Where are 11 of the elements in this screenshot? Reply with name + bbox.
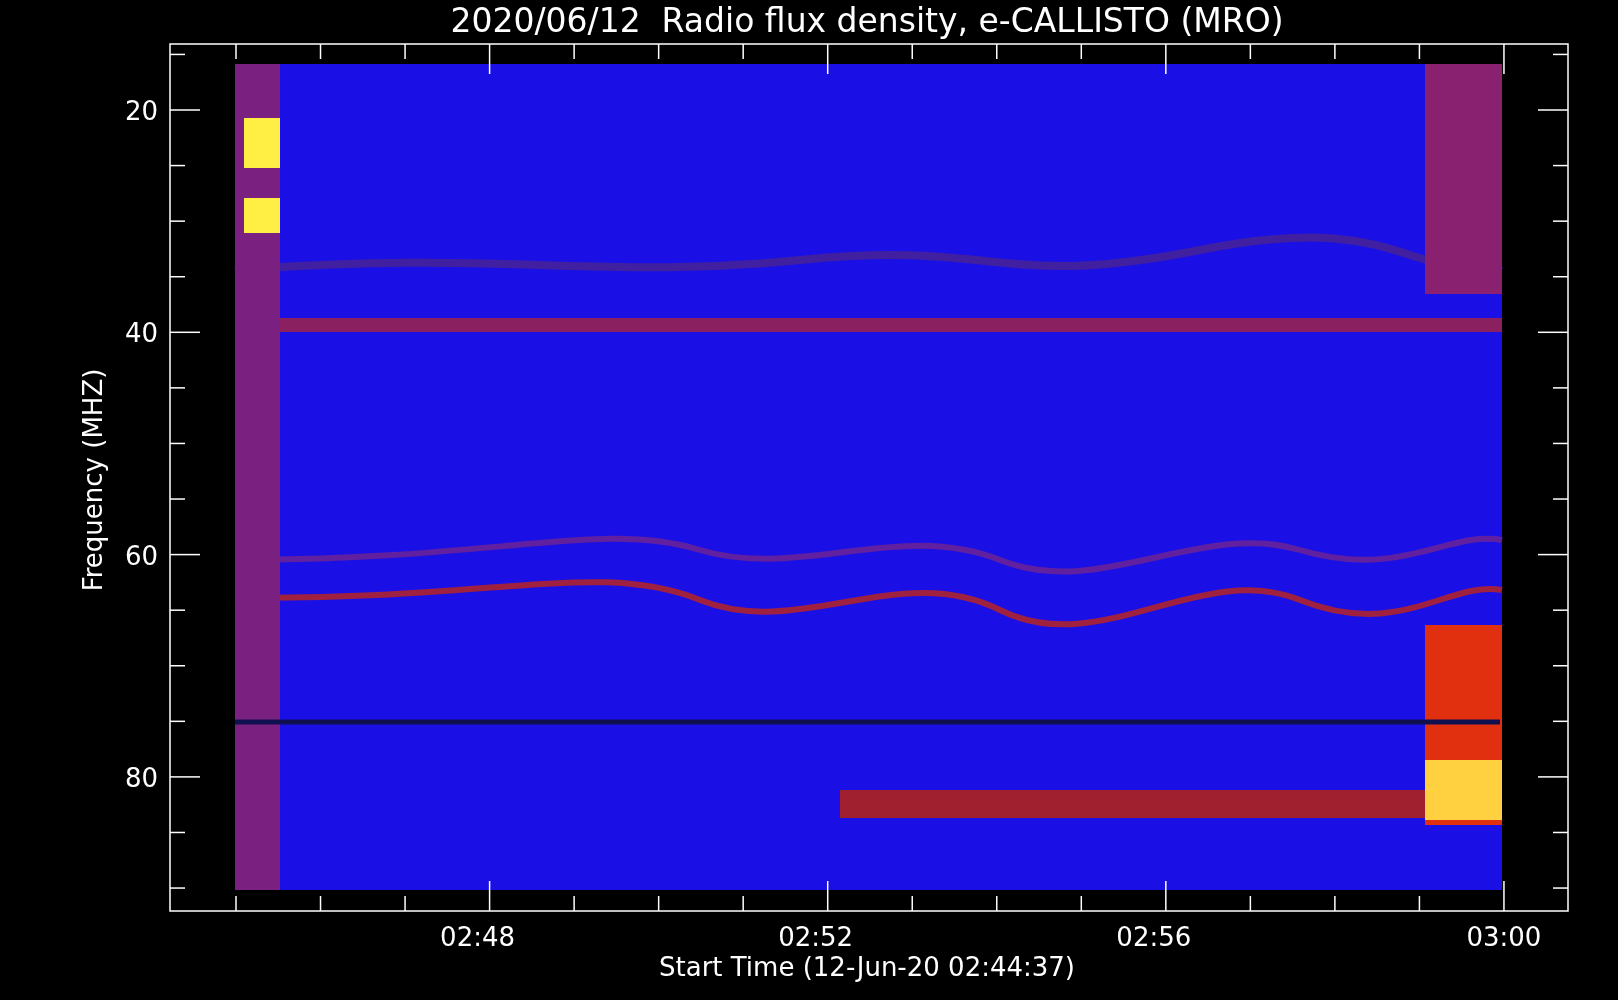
axis-title: Frequency (MHZ) [78, 368, 108, 592]
axis-tick-label: 03:00 [1466, 922, 1542, 952]
axis-tick-label: 02:48 [440, 922, 516, 952]
axis-tick-label: 60 [124, 540, 158, 571]
axis-tick-label: 80 [124, 762, 158, 793]
axis-title: Start Time (12-Jun-20 02:44:37) [659, 952, 1075, 982]
chart-title: 2020/06/12 Radio flux density, e-CALLISTO (MRO) [450, 1, 1284, 40]
axis-tick-label: 02:52 [778, 922, 854, 952]
axis-tick-label: 40 [124, 318, 158, 349]
axis-tick-label: 02:56 [1116, 922, 1192, 952]
axis-tick-label: 20 [124, 96, 158, 126]
